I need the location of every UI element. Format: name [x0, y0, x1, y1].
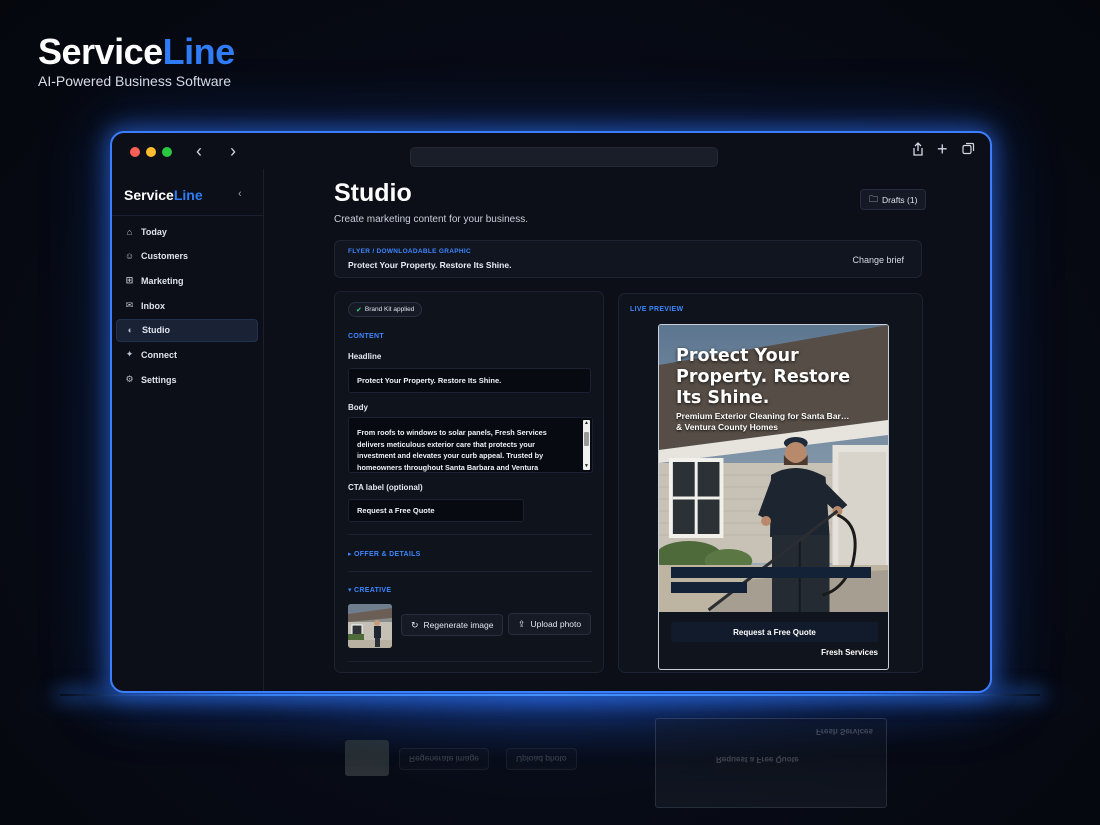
body-label: Body [348, 403, 368, 412]
brand-logo-part2: Line [162, 31, 236, 72]
sidebar-item-label: Today [141, 226, 167, 237]
upload-label: Upload photo [530, 619, 582, 629]
sidebar-logo-part2: Line [173, 187, 203, 203]
sidebar-item-settings[interactable]: ⚙ Settings [116, 368, 258, 391]
plug-icon: ✦ [125, 349, 134, 360]
folder-icon: 🗀 [869, 193, 879, 204]
sidebar-item-label: Studio [142, 325, 170, 336]
brand-logo-part1: Service [38, 31, 163, 72]
body-text: From roofs to windows to solar panels, F… [357, 428, 547, 472]
sidebar-item-label: Customers [141, 251, 189, 262]
check-circle-icon: ✔ [356, 306, 362, 314]
tabs-overview-icon[interactable] [962, 142, 975, 160]
headline-label: Headline [348, 352, 382, 361]
window-reflection: Regenerate image Upload photo Request a … [0, 700, 1100, 825]
flyer-subheadline: Premium Exterior Cleaning for Santa Bar…… [676, 411, 850, 432]
collapse-sidebar-icon[interactable]: ‹ [238, 188, 242, 200]
reflection-upload-button: Upload photo [506, 748, 577, 770]
brief-card: FLYER / DOWNLOADABLE GRAPHIC Protect You… [334, 240, 922, 278]
refresh-icon: ↻ [411, 619, 419, 630]
page-title: Studio [334, 179, 412, 207]
reflection-cta: Request a Free Quote [716, 755, 799, 764]
sidebar: ServiceLine ‹ ⌂ Today ☺ Customers ⊞ Marketi… [112, 169, 264, 691]
sidebar-logo[interactable]: ServiceLine [124, 187, 203, 203]
back-arrow-icon[interactable]: ‹ [196, 142, 202, 160]
sidebar-item-label: Inbox [141, 300, 165, 311]
brand-tagline: AI-Powered Business Software [38, 73, 231, 89]
flyer-placeholder-bar [671, 582, 747, 593]
regenerate-image-button[interactable]: ↻ Regenerate image [401, 614, 504, 636]
sidebar-item-studio[interactable]: ◐ Studio [116, 318, 258, 342]
maximize-window-button[interactable] [162, 147, 172, 157]
main-content: Studio Create marketing content for your… [264, 169, 990, 691]
brief-title: Protect Your Property. Restore Its Shine… [348, 260, 512, 270]
sidebar-item-marketing[interactable]: ⊞ Marketing [116, 269, 258, 292]
scroll-up-icon[interactable]: ▲ [583, 420, 590, 427]
palette-icon: ◐ [127, 325, 134, 336]
drafts-button[interactable]: 🗀 Drafts (1) [860, 189, 927, 210]
body-scrollbar[interactable]: ▲ ▼ [583, 420, 590, 470]
share-icon[interactable] [912, 142, 924, 161]
brand-kit-badge: ✔ Brand Kit applied [348, 302, 423, 317]
sidebar-item-label: Connect [141, 349, 177, 360]
sidebar-logo-part1: Service [124, 187, 174, 203]
upload-photo-button[interactable]: ⇪ Upload photo [508, 613, 592, 635]
offer-details-toggle[interactable]: ▸ OFFER & DETAILS [348, 550, 421, 558]
address-bar[interactable] [410, 147, 718, 167]
divider [348, 661, 592, 662]
gear-icon: ⚙ [125, 374, 134, 385]
sidebar-item-label: Settings [141, 374, 177, 385]
reflection-regenerate-button: Regenerate image [399, 748, 489, 770]
flyer-cta-button: Request a Free Quote [671, 622, 878, 642]
upload-icon: ⇪ [518, 618, 526, 629]
preview-panel: LIVE PREVIEW Protect Your Property. Rest… [618, 293, 923, 673]
flyer-headline: Protect Your Property. Restore Its Shine… [676, 346, 851, 408]
creative-toggle[interactable]: ▾ CREATIVE [348, 586, 391, 594]
new-tab-icon[interactable]: + [937, 140, 948, 158]
users-icon: ☺ [124, 251, 135, 262]
minimize-window-button[interactable] [146, 147, 156, 157]
sidebar-item-today[interactable]: ⌂ Today [116, 220, 258, 243]
brand-kit-label: Brand Kit applied [364, 306, 415, 313]
scrollbar-thumb[interactable] [584, 432, 589, 446]
headline-input[interactable]: Protect Your Property. Restore Its Shine… [348, 368, 591, 393]
change-brief-button[interactable]: Change brief [852, 255, 904, 265]
brief-type: FLYER / DOWNLOADABLE GRAPHIC [348, 248, 471, 255]
grid-icon: ⊞ [125, 275, 134, 286]
flyer-business-name: Fresh Services [821, 648, 878, 657]
creative-thumbnail[interactable] [348, 604, 392, 648]
live-preview-label: LIVE PREVIEW [630, 306, 684, 313]
reflection-thumbnail [345, 740, 389, 776]
sidebar-item-label: Marketing [141, 275, 184, 286]
sidebar-item-connect[interactable]: ✦ Connect [116, 343, 258, 366]
sidebar-item-inbox[interactable]: ✉ Inbox [116, 294, 258, 317]
page-subtitle: Create marketing content for your busine… [334, 214, 528, 225]
flyer-placeholder-bar [671, 567, 871, 578]
editor-panel: ✔ Brand Kit applied CONTENT Headline Prot… [334, 291, 604, 673]
sidebar-nav: ⌂ Today ☺ Customers ⊞ Marketing ✉ Inbox ◐ Stu… [116, 220, 258, 393]
app-window: ‹ › + ServiceLine ‹ ⌂ Today ☺ Customers ⊞ M… [110, 131, 992, 693]
divider [348, 534, 592, 535]
reflection-business: Fresh Services [816, 727, 873, 736]
floor-light-line [60, 694, 1040, 696]
sidebar-divider [112, 215, 263, 216]
scroll-down-icon[interactable]: ▼ [583, 463, 590, 470]
reflection-flyer: Request a Free Quote Fresh Services [655, 718, 887, 808]
window-titlebar: ‹ › + [112, 133, 990, 169]
close-window-button[interactable] [130, 147, 140, 157]
forward-arrow-icon[interactable]: › [230, 142, 236, 160]
home-icon: ⌂ [126, 226, 133, 237]
sidebar-item-customers[interactable]: ☺ Customers [116, 245, 258, 268]
regenerate-label: Regenerate image [423, 620, 494, 630]
divider [348, 571, 592, 572]
inbox-icon: ✉ [125, 300, 134, 311]
cta-label: CTA label (optional) [348, 483, 423, 492]
body-textarea[interactable]: From roofs to windows to solar panels, F… [348, 417, 593, 473]
drafts-label: Drafts (1) [882, 194, 918, 205]
cta-input[interactable]: Request a Free Quote [348, 499, 524, 522]
brand-header: ServiceLine AI-Powered Business Software [38, 32, 235, 90]
content-section-label: CONTENT [348, 333, 384, 340]
brand-logo: ServiceLine [38, 32, 235, 72]
flyer-preview[interactable]: Protect Your Property. Restore Its Shine… [658, 324, 889, 670]
